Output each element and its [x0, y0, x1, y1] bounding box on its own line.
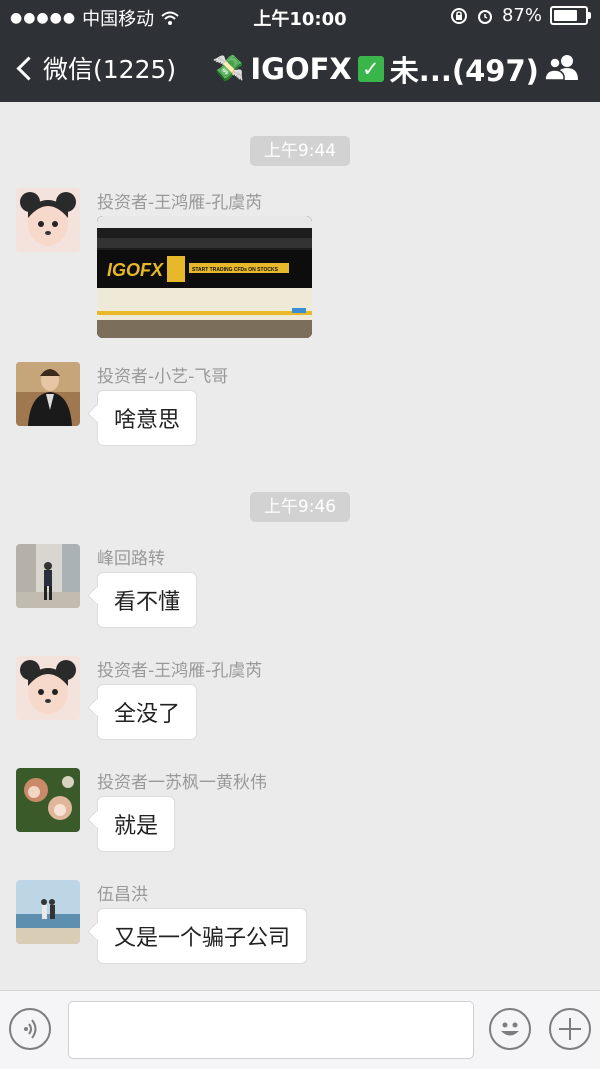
- chat-title: 💸 IGOFX ✓ 未...(497): [212, 48, 539, 90]
- avatar[interactable]: [16, 544, 80, 608]
- message-item: 峰回路转 看不懂: [16, 544, 576, 634]
- avatar[interactable]: [16, 188, 80, 252]
- avatar[interactable]: [16, 656, 80, 720]
- status-right: 87%: [450, 5, 591, 26]
- sender-name: 投资者-王鸿雁-孔虞芮: [97, 661, 263, 681]
- sender-name: 伍昌洪: [97, 885, 148, 905]
- sender-name: 峰回路转: [97, 549, 165, 569]
- battery-fill: [554, 10, 577, 21]
- back-label: 微信(1225): [43, 55, 177, 84]
- voice-icon: [24, 1019, 37, 1039]
- orientation-lock-icon: [450, 7, 467, 24]
- message-item: 投资者一苏枫一黄秋伟 就是: [16, 768, 576, 858]
- timestamp: 上午9:46: [250, 492, 350, 522]
- chat-title-text: IGOFX: [250, 52, 352, 86]
- sender-name: 投资者-小艺-飞哥: [97, 367, 229, 387]
- image-message[interactable]: IGOFX START TRADING CFDs ON STOCKS: [97, 216, 312, 338]
- avatar[interactable]: [16, 768, 80, 832]
- chevron-left-icon: [16, 55, 41, 81]
- message-bubble[interactable]: 啥意思: [97, 390, 198, 446]
- money-with-wings-icon: 💸: [212, 54, 245, 84]
- message-input[interactable]: [68, 1001, 474, 1059]
- sender-name: 投资者-王鸿雁-孔虞芮: [97, 193, 263, 213]
- message-item: 投资者-王鸿雁-孔虞芮 IGOFX START TRADING CFDs ON …: [16, 188, 576, 340]
- timestamp: 上午9:44: [250, 136, 350, 166]
- emoji-button[interactable]: [489, 1008, 531, 1050]
- plus-icon: [559, 1018, 581, 1040]
- chat-header: 微信(1225) 💸 IGOFX ✓ 未...(497): [0, 32, 600, 102]
- check-mark-icon: ✓: [357, 56, 384, 82]
- message-list[interactable]: 上午9:44 投资者-王鸿雁-孔虞芮 IGOFX START TRADING C…: [0, 102, 600, 990]
- message-bubble[interactable]: 看不懂: [97, 572, 198, 628]
- emoji-icon: [501, 1022, 519, 1036]
- group-members-icon[interactable]: [542, 52, 582, 82]
- image-logo-text: IGOFX: [107, 260, 164, 280]
- input-bar: [0, 990, 600, 1069]
- chat-title-suffix: 未...(497): [389, 54, 539, 88]
- message-item: 投资者-王鸿雁-孔虞芮 全没了: [16, 656, 576, 746]
- sender-name: 投资者一苏枫一黄秋伟: [97, 773, 267, 793]
- message-bubble[interactable]: 又是一个骗子公司: [97, 908, 308, 964]
- avatar[interactable]: [16, 362, 80, 426]
- message-bubble[interactable]: 全没了: [97, 684, 198, 740]
- more-button[interactable]: [549, 1008, 591, 1050]
- battery-percent: 87%: [501, 5, 542, 26]
- voice-button[interactable]: [9, 1008, 51, 1050]
- message-item: 伍昌洪 又是一个骗子公司: [16, 880, 576, 970]
- message-item: 投资者-小艺-飞哥 啥意思: [16, 362, 576, 452]
- back-button[interactable]: 微信(1225): [12, 50, 176, 86]
- battery-icon: [550, 6, 591, 25]
- message-bubble[interactable]: 就是: [97, 796, 176, 852]
- status-bar: ●●●●● 中国移动 上午10:00 87%: [0, 0, 600, 32]
- alarm-icon: [477, 9, 492, 24]
- image-caption: START TRADING CFDs ON STOCKS: [192, 267, 279, 273]
- avatar[interactable]: [16, 880, 80, 944]
